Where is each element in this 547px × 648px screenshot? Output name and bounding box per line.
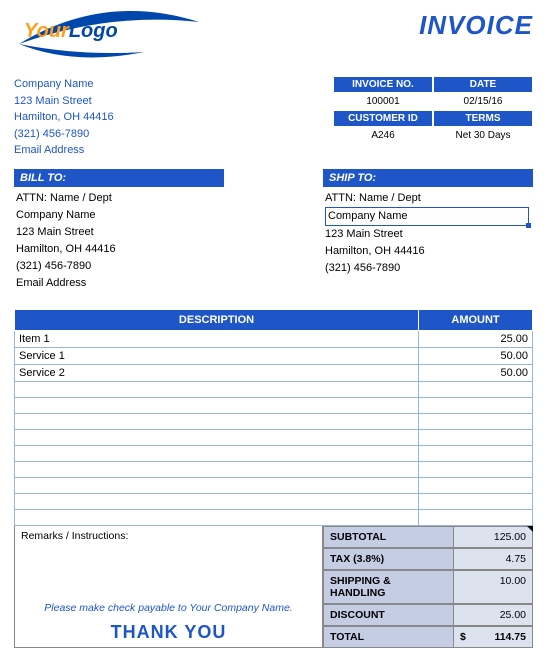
- line-amount[interactable]: [419, 397, 533, 413]
- table-row: [15, 461, 533, 477]
- line-description[interactable]: Item 1: [15, 330, 419, 347]
- invno-label: INVOICE NO.: [333, 76, 433, 93]
- line-amount[interactable]: [419, 493, 533, 509]
- total-value: $114.75: [454, 627, 532, 647]
- date-value[interactable]: 02/15/16: [433, 93, 533, 110]
- bill-to-block: BILL TO: ATTN: Name / Dept Company Name …: [14, 169, 224, 295]
- line-amount[interactable]: [419, 477, 533, 493]
- shipto-company-selected-cell[interactable]: Company Name: [325, 207, 529, 226]
- logo: YourLogo: [14, 10, 194, 70]
- company-block: Company Name 123 Main Street Hamilton, O…: [14, 76, 114, 159]
- ship-to-header: SHIP TO:: [323, 169, 533, 187]
- line-description[interactable]: Service 1: [15, 347, 419, 364]
- table-row: [15, 429, 533, 445]
- terms-label: TERMS: [433, 110, 533, 127]
- line-description[interactable]: [15, 477, 419, 493]
- line-amount[interactable]: [419, 445, 533, 461]
- company-phone: (321) 456-7890: [14, 126, 114, 143]
- shipto-citystate[interactable]: Hamilton, OH 44416: [325, 243, 531, 260]
- billto-street[interactable]: 123 Main Street: [16, 224, 222, 241]
- date-label: DATE: [433, 76, 533, 93]
- table-row: Service 150.00: [15, 347, 533, 364]
- totals-block: SUBTOTAL 125.00 TAX (3.8%) 4.75 SHIPPING…: [323, 526, 533, 648]
- shipto-attn[interactable]: ATTN: Name / Dept: [325, 190, 531, 207]
- company-email: Email Address: [14, 142, 114, 159]
- shipping-label: SHIPPING & HANDLING: [324, 571, 454, 603]
- invoice-meta: INVOICE NO. DATE 100001 02/15/16 CUSTOME…: [333, 76, 533, 144]
- invoice-title: INVOICE: [419, 10, 533, 41]
- discount-label: DISCOUNT: [324, 605, 454, 625]
- line-amount[interactable]: [419, 509, 533, 525]
- table-row: Item 125.00: [15, 330, 533, 347]
- billto-company[interactable]: Company Name: [16, 207, 222, 224]
- line-amount[interactable]: [419, 461, 533, 477]
- shipping-value[interactable]: 10.00: [454, 571, 532, 603]
- table-row: [15, 397, 533, 413]
- discount-value[interactable]: 25.00: [454, 605, 532, 625]
- logo-logo-text: Logo: [69, 20, 118, 42]
- line-description[interactable]: [15, 461, 419, 477]
- table-row: [15, 381, 533, 397]
- thank-you: THANK YOU: [21, 622, 316, 643]
- table-row: [15, 413, 533, 429]
- terms-value[interactable]: Net 30 Days: [433, 127, 533, 144]
- line-description[interactable]: [15, 413, 419, 429]
- subtotal-label: SUBTOTAL: [324, 527, 454, 547]
- table-row: [15, 509, 533, 525]
- table-row: Service 250.00: [15, 364, 533, 381]
- line-amount[interactable]: [419, 429, 533, 445]
- invno-value[interactable]: 100001: [333, 93, 433, 110]
- table-row: [15, 493, 533, 509]
- line-amount[interactable]: [419, 381, 533, 397]
- tax-value[interactable]: 4.75: [454, 549, 532, 569]
- table-row: [15, 477, 533, 493]
- line-description[interactable]: [15, 509, 419, 525]
- line-description[interactable]: [15, 445, 419, 461]
- company-name: Company Name: [14, 76, 114, 93]
- line-description[interactable]: [15, 493, 419, 509]
- line-items-table: DESCRIPTION AMOUNT Item 125.00Service 15…: [14, 309, 533, 526]
- subtotal-value[interactable]: 125.00: [454, 527, 532, 547]
- line-description[interactable]: [15, 381, 419, 397]
- shipto-company: Company Name: [328, 210, 407, 222]
- line-description[interactable]: [15, 429, 419, 445]
- custid-value[interactable]: A246: [333, 127, 433, 144]
- total-label: TOTAL: [324, 627, 454, 647]
- billto-attn[interactable]: ATTN: Name / Dept: [16, 190, 222, 207]
- line-description[interactable]: Service 2: [15, 364, 419, 381]
- company-street: 123 Main Street: [14, 93, 114, 110]
- payable-note: Please make check payable to Your Compan…: [21, 602, 316, 614]
- shipto-phone[interactable]: (321) 456-7890: [325, 260, 531, 277]
- company-citystate: Hamilton, OH 44416: [14, 109, 114, 126]
- line-amount[interactable]: [419, 413, 533, 429]
- remarks-block[interactable]: Remarks / Instructions: Please make chec…: [14, 526, 323, 648]
- logo-your-text: Your: [24, 20, 69, 42]
- line-description[interactable]: [15, 397, 419, 413]
- billto-email[interactable]: Email Address: [16, 275, 222, 292]
- col-amount: AMOUNT: [419, 309, 533, 330]
- line-amount[interactable]: 25.00: [419, 330, 533, 347]
- remarks-label: Remarks / Instructions:: [21, 530, 316, 542]
- total-amount: 114.75: [494, 631, 526, 643]
- line-amount[interactable]: 50.00: [419, 364, 533, 381]
- table-row: [15, 445, 533, 461]
- bill-to-header: BILL TO:: [14, 169, 224, 187]
- total-currency: $: [460, 631, 466, 643]
- billto-citystate[interactable]: Hamilton, OH 44416: [16, 241, 222, 258]
- tax-label: TAX (3.8%): [324, 549, 454, 569]
- billto-phone[interactable]: (321) 456-7890: [16, 258, 222, 275]
- col-description: DESCRIPTION: [15, 309, 419, 330]
- custid-label: CUSTOMER ID: [333, 110, 433, 127]
- line-amount[interactable]: 50.00: [419, 347, 533, 364]
- shipto-street[interactable]: 123 Main Street: [325, 226, 531, 243]
- ship-to-block: SHIP TO: ATTN: Name / Dept Company Name …: [323, 169, 533, 295]
